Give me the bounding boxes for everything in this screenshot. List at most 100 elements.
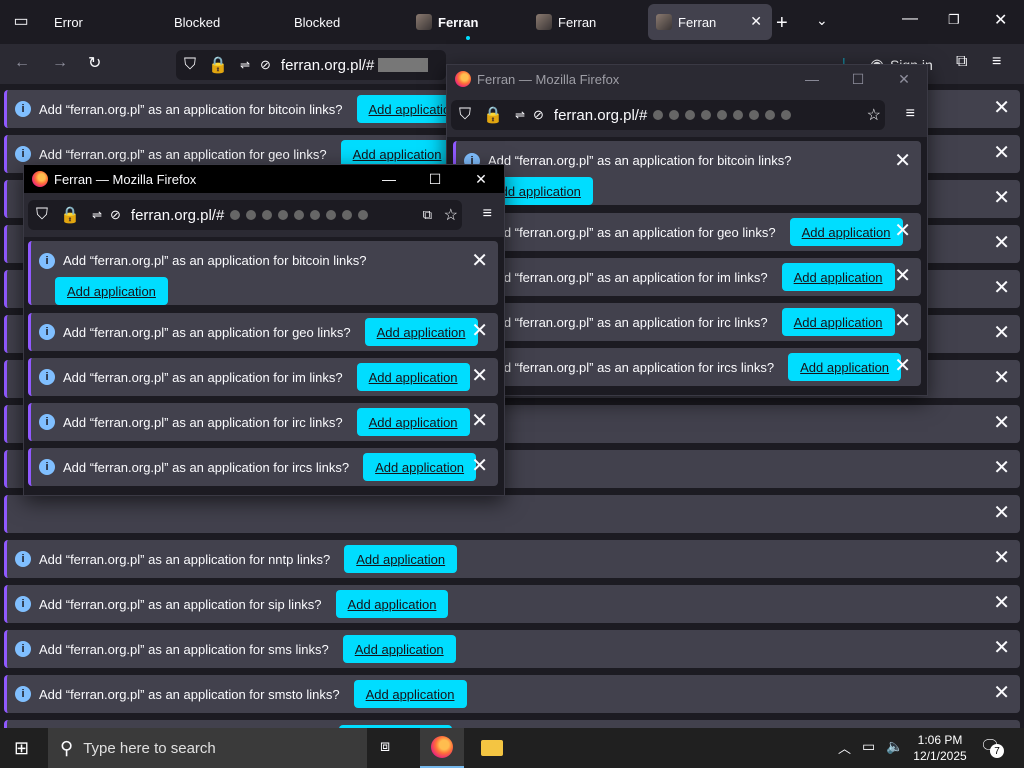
close-window-icon[interactable]: ✕ xyxy=(458,165,504,193)
tracking-shield-icon[interactable]: ⛉ xyxy=(36,206,48,224)
close-notification-icon[interactable]: ✕ xyxy=(993,278,1010,298)
close-tab-icon[interactable]: ✕ xyxy=(750,13,762,30)
close-notification-icon[interactable]: ✕ xyxy=(894,266,911,286)
extensions-icon[interactable]: ⧉ xyxy=(956,53,967,71)
close-notification-icon[interactable]: ✕ xyxy=(993,413,1010,433)
firefox-view-icon[interactable]: ▭ xyxy=(12,12,30,30)
close-notification-icon[interactable]: ✕ xyxy=(471,251,488,271)
close-notification-icon[interactable]: ✕ xyxy=(471,456,488,476)
permissions-icon[interactable]: ⇌ xyxy=(92,208,102,222)
volume-muted-icon[interactable]: 🔈 xyxy=(886,738,903,755)
forward-icon[interactable]: → xyxy=(52,54,68,72)
tab-ferran-2[interactable]: Ferran xyxy=(526,4,646,40)
popup-toolbar: ⛉ 🔒 ⇌ ⊘ ferran.org.pl/# ☆ ≡ xyxy=(447,93,927,137)
tab-label: Ferran xyxy=(438,14,479,30)
add-application-button[interactable]: Add application xyxy=(788,353,902,381)
close-notification-icon[interactable]: ✕ xyxy=(993,368,1010,388)
tab-blocked-2[interactable]: Blocked xyxy=(284,4,404,40)
lock-icon[interactable]: 🔒 xyxy=(483,105,503,125)
add-application-button[interactable]: Add application xyxy=(344,545,458,573)
permissions-icon[interactable]: ⇌ xyxy=(515,108,525,122)
close-notification-icon[interactable]: ✕ xyxy=(471,411,488,431)
close-notification-icon[interactable]: ✕ xyxy=(993,233,1010,253)
maximize-icon[interactable]: ☐ xyxy=(412,165,458,193)
network-icon[interactable]: ▭ xyxy=(862,738,875,755)
list-tabs-chevron-icon[interactable]: ⌄ xyxy=(816,12,828,29)
taskbar-search-box[interactable]: ⚲ Type here to search xyxy=(48,728,367,768)
tab-ferran-1[interactable]: Ferran xyxy=(406,4,526,40)
tracking-shield-icon[interactable]: ⛉ xyxy=(184,56,196,74)
tab-blocked-1[interactable]: Blocked xyxy=(164,4,284,40)
obscured-url-icon xyxy=(378,58,429,72)
back-icon[interactable]: ← xyxy=(14,54,30,72)
add-application-button[interactable]: Add application xyxy=(364,318,478,346)
add-application-button[interactable]: Add application xyxy=(781,308,895,336)
action-center-button[interactable]: 🗨 7 xyxy=(980,736,1006,760)
reload-icon[interactable]: ↻ xyxy=(88,53,101,73)
url-bar[interactable]: ⛉ 🔒 ⇌ ⊘ ferran.org.pl/# xyxy=(176,50,446,80)
notification-message: Add “ferran.org.pl” as an application fo… xyxy=(488,153,792,168)
tab-ferran-active[interactable]: Ferran ✕ xyxy=(648,4,772,40)
minimize-icon[interactable]: — xyxy=(366,165,412,193)
minimize-icon[interactable]: — xyxy=(789,65,835,93)
add-application-button[interactable]: Add application xyxy=(342,635,456,663)
lock-icon[interactable]: 🔒 xyxy=(208,55,228,75)
chevron-up-icon[interactable]: ︿ xyxy=(838,738,851,757)
close-notification-icon[interactable]: ✕ xyxy=(993,638,1010,658)
close-notification-icon[interactable]: ✕ xyxy=(993,188,1010,208)
picture-in-picture-icon[interactable]: ⧉ xyxy=(423,207,432,223)
taskbar-explorer-button[interactable] xyxy=(470,728,514,768)
close-notification-icon[interactable]: ✕ xyxy=(471,321,488,341)
blocked-icon[interactable]: ⊘ xyxy=(110,207,121,223)
tab-error[interactable]: Error xyxy=(44,4,164,40)
add-application-button[interactable]: Add application xyxy=(356,408,470,436)
add-application-button[interactable]: Add application xyxy=(789,218,903,246)
close-notification-icon[interactable]: ✕ xyxy=(471,366,488,386)
blocked-icon[interactable]: ⊘ xyxy=(260,57,271,73)
restore-icon[interactable]: ❐ xyxy=(948,12,960,28)
menu-icon[interactable]: ≡ xyxy=(483,205,492,223)
add-application-button[interactable]: Add application xyxy=(335,590,449,618)
minimize-icon[interactable]: — xyxy=(902,10,918,28)
tracking-shield-icon[interactable]: ⛉ xyxy=(459,106,471,124)
bookmark-star-icon[interactable]: ☆ xyxy=(444,205,458,225)
close-notification-icon[interactable]: ✕ xyxy=(993,683,1010,703)
close-notification-icon[interactable]: ✕ xyxy=(993,458,1010,478)
blocked-icon[interactable]: ⊘ xyxy=(533,107,544,123)
permissions-icon[interactable]: ⇌ xyxy=(240,58,250,72)
menu-icon[interactable]: ≡ xyxy=(906,105,915,123)
add-application-button[interactable]: Add application xyxy=(55,277,168,305)
close-notification-icon[interactable]: ✕ xyxy=(894,221,911,241)
close-notification-icon[interactable]: ✕ xyxy=(894,356,911,376)
bookmark-star-icon[interactable]: ☆ xyxy=(867,105,881,125)
notification-message: Add “ferran.org.pl” as an application fo… xyxy=(39,641,329,657)
url-text: ferran.org.pl/# xyxy=(280,56,375,74)
close-notification-icon[interactable]: ✕ xyxy=(993,143,1010,163)
add-application-button[interactable]: Add application xyxy=(353,680,467,708)
close-window-icon[interactable]: ✕ xyxy=(881,65,927,93)
info-icon: i xyxy=(15,551,31,567)
close-notification-icon[interactable]: ✕ xyxy=(993,98,1010,118)
close-notification-icon[interactable]: ✕ xyxy=(993,503,1010,523)
notification-message: Add “ferran.org.pl” as an application fo… xyxy=(63,253,367,268)
add-application-button[interactable]: Add application xyxy=(781,263,895,291)
add-application-button[interactable]: Add application xyxy=(356,363,470,391)
windows-start-icon[interactable]: ⊞ xyxy=(14,738,29,759)
maximize-icon[interactable]: ☐ xyxy=(835,65,881,93)
close-notification-icon[interactable]: ✕ xyxy=(993,593,1010,613)
taskbar-firefox-button[interactable] xyxy=(420,728,464,768)
menu-icon[interactable]: ≡ xyxy=(992,53,1001,71)
close-window-icon[interactable]: ✕ xyxy=(994,10,1007,30)
info-icon: i xyxy=(39,324,55,340)
close-notification-icon[interactable]: ✕ xyxy=(993,548,1010,568)
clock[interactable]: 1:06 PM 12/1/2025 xyxy=(908,732,972,764)
close-notification-icon[interactable]: ✕ xyxy=(894,311,911,331)
popup-url-bar[interactable]: ⛉ 🔒 ⇌ ⊘ ferran.org.pl/# ☆ xyxy=(451,100,885,130)
close-notification-icon[interactable]: ✕ xyxy=(993,323,1010,343)
new-tab-icon[interactable]: + xyxy=(776,12,788,35)
popup-url-bar[interactable]: ⛉ 🔒 ⇌ ⊘ ferran.org.pl/# ⧉ ☆ xyxy=(28,200,462,230)
add-application-button[interactable]: Add application xyxy=(363,453,477,481)
lock-icon[interactable]: 🔒 xyxy=(60,205,80,225)
close-notification-icon[interactable]: ✕ xyxy=(894,151,911,171)
task-view-icon[interactable]: ⧈ xyxy=(380,738,390,756)
